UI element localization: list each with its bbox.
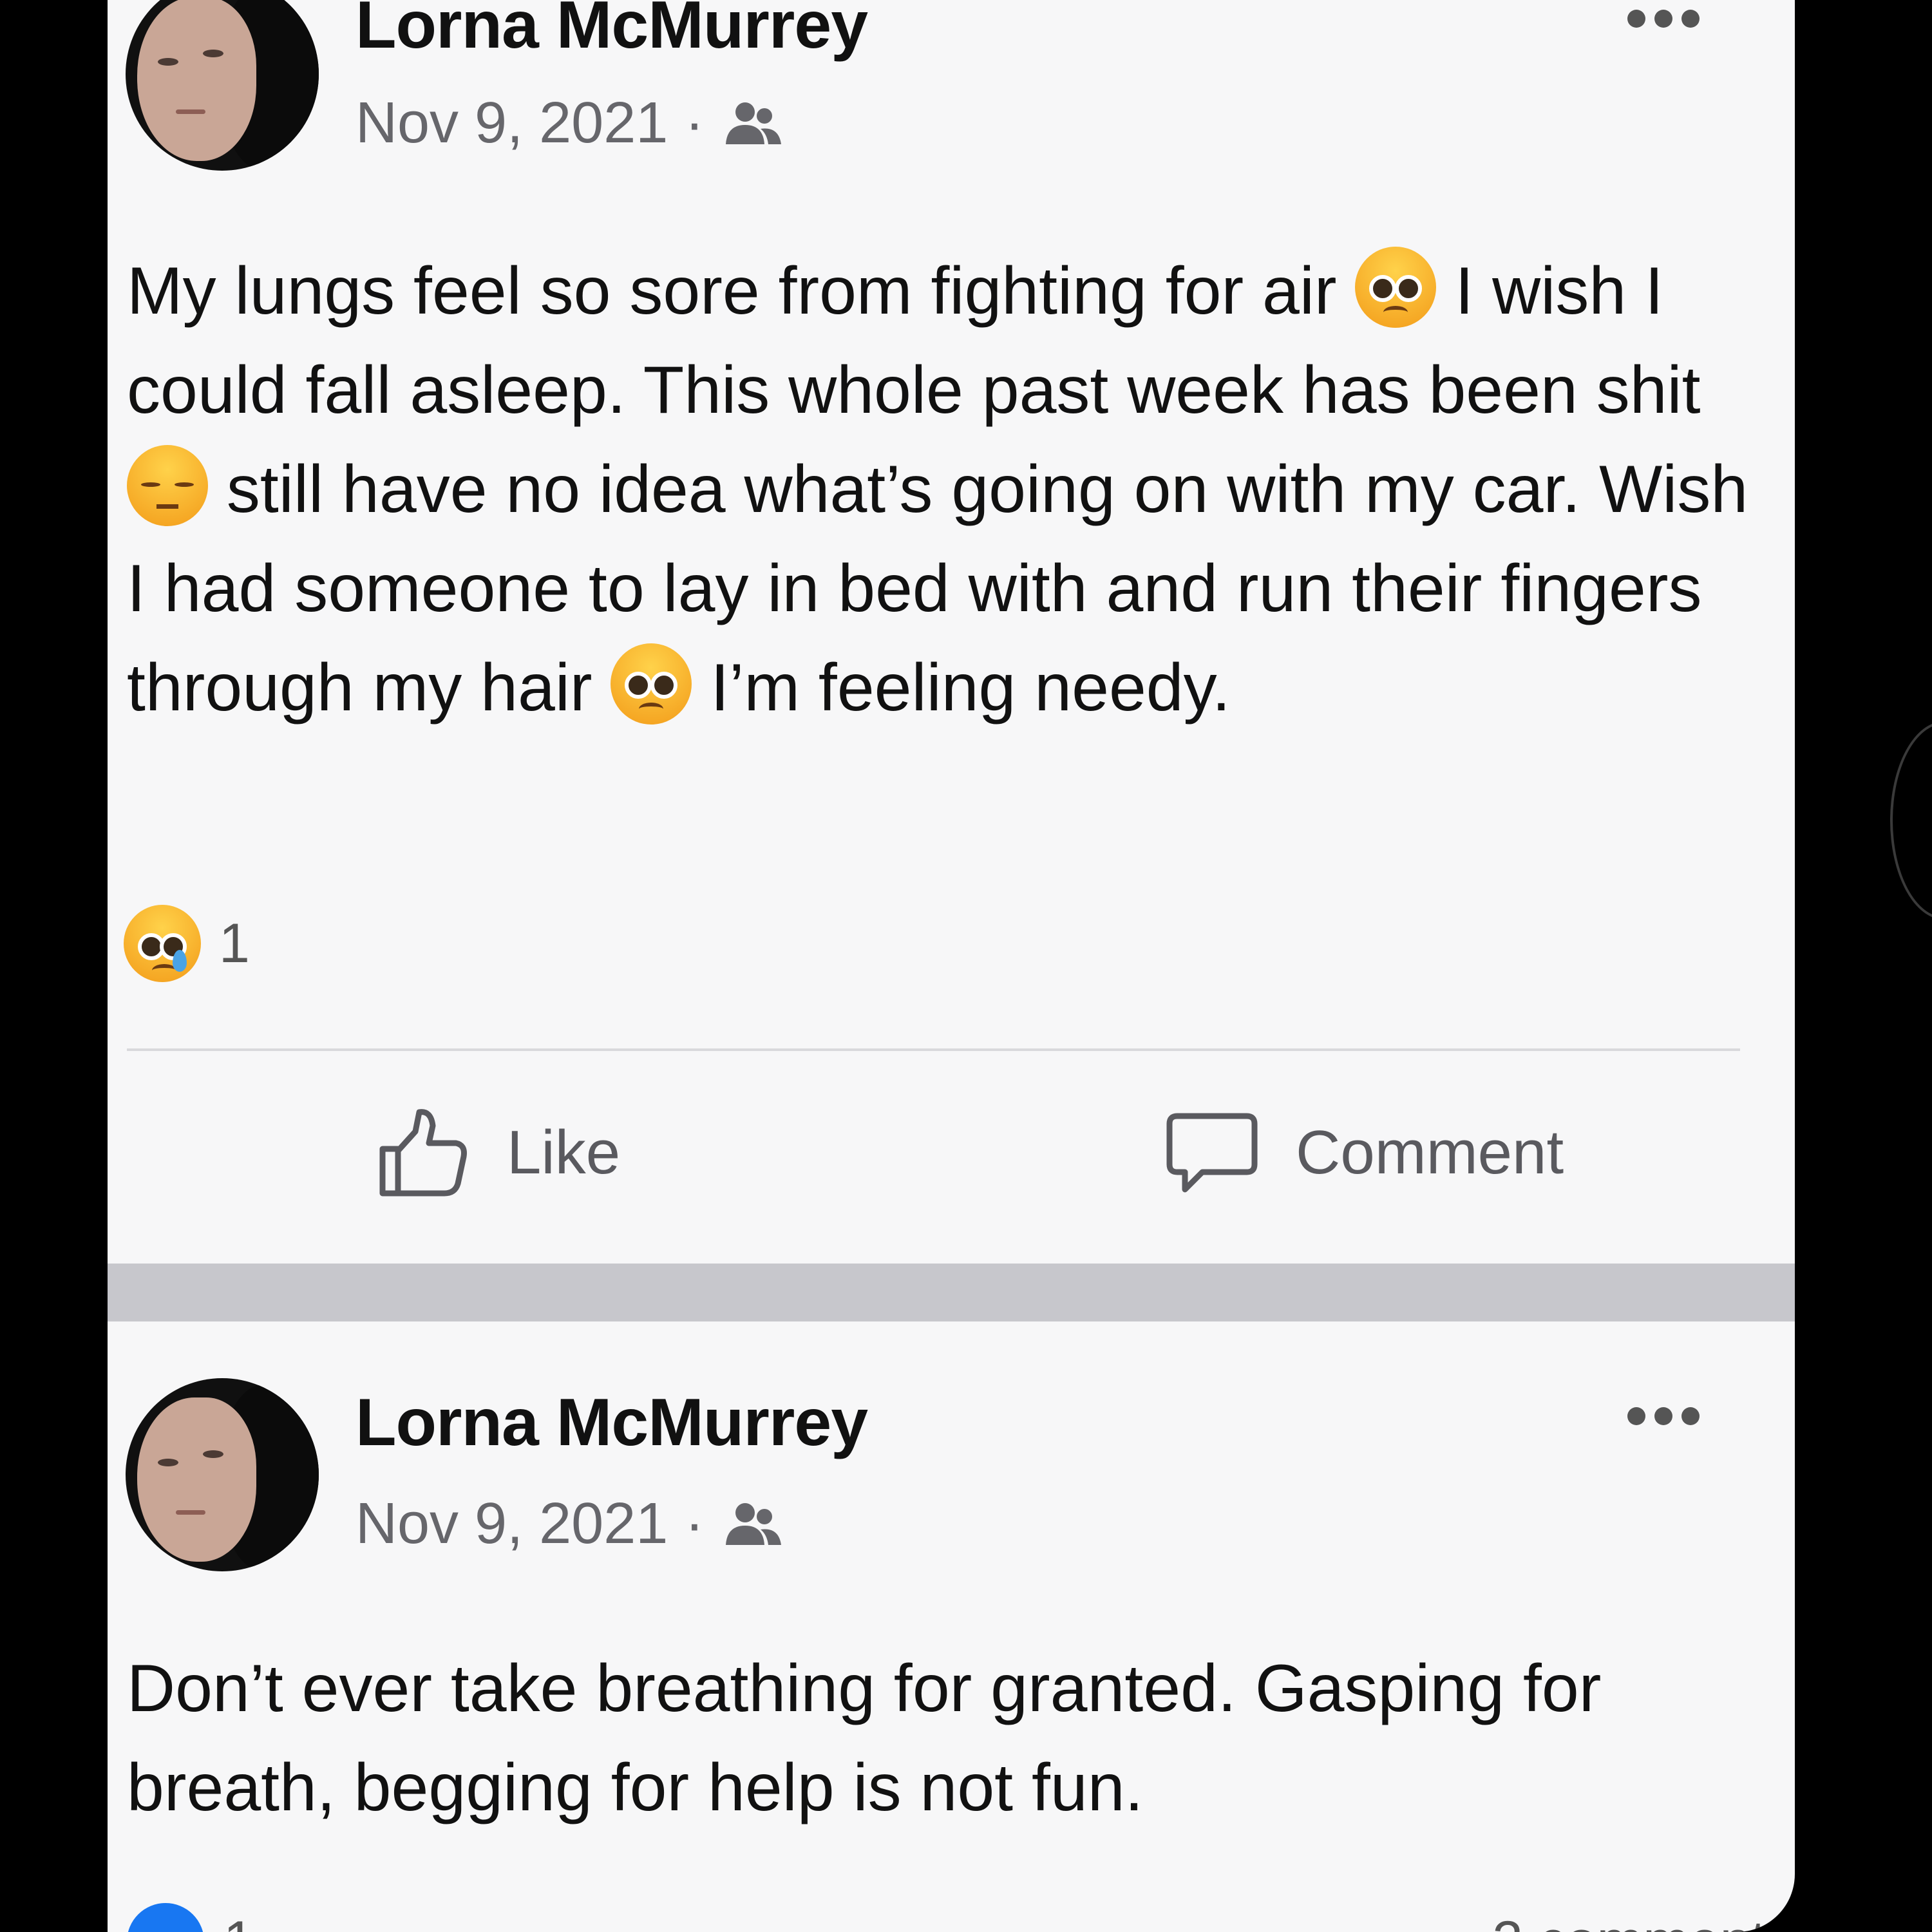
reaction-count: 1 <box>219 912 250 974</box>
post-text-part: I’m feeling needy. <box>710 650 1231 725</box>
friends-icon[interactable] <box>721 1499 785 1550</box>
side-scroll-arc <box>1890 721 1932 920</box>
avatar[interactable] <box>126 1378 319 1571</box>
post-date[interactable]: Nov 9, 2021 <box>355 1491 668 1557</box>
friends-icon[interactable] <box>721 98 785 149</box>
more-options-icon[interactable] <box>1627 1407 1700 1425</box>
feed-card: Lorna McMurrey Nov 9, 2021 · My lungs fe… <box>108 0 1795 1932</box>
post-meta: Nov 9, 2021 · <box>355 90 785 156</box>
meta-separator: · <box>685 1492 705 1556</box>
divider <box>127 1048 1740 1051</box>
more-options-icon[interactable] <box>1627 10 1700 28</box>
pleading-face-emoji <box>611 643 692 724</box>
pleading-face-emoji <box>1355 247 1437 328</box>
thumbs-up-icon <box>379 1109 467 1197</box>
like-label: Like <box>507 1118 621 1187</box>
like-reaction-icon[interactable] <box>127 1903 204 1932</box>
reaction-count[interactable]: 1 <box>223 1909 254 1932</box>
comment-label: Comment <box>1296 1118 1564 1187</box>
post-text: My lungs feel so sore from fighting for … <box>127 242 1776 737</box>
author-name[interactable]: Lorna McMurrey <box>355 0 868 64</box>
meta-separator: · <box>685 91 705 155</box>
avatar[interactable] <box>126 0 319 171</box>
comment-bubble-icon <box>1166 1113 1258 1193</box>
post-text: Don’t ever take breathing for granted. G… <box>127 1651 1602 1825</box>
comments-count[interactable]: 2 comments <box>1492 1909 1794 1932</box>
reaction-summary[interactable]: 1 <box>124 905 250 982</box>
sad-reaction-icon <box>124 905 201 982</box>
pensive-face-emoji <box>127 445 208 526</box>
post-meta: Nov 9, 2021 · <box>355 1491 785 1557</box>
like-button[interactable]: Like <box>375 1104 620 1201</box>
post-text-part: My lungs feel so sore from fighting for … <box>127 254 1337 328</box>
comment-button[interactable]: Comment <box>1164 1104 1564 1201</box>
author-name[interactable]: Lorna McMurrey <box>355 1385 868 1461</box>
post-separator <box>108 1264 1795 1321</box>
post-date[interactable]: Nov 9, 2021 <box>355 90 668 156</box>
